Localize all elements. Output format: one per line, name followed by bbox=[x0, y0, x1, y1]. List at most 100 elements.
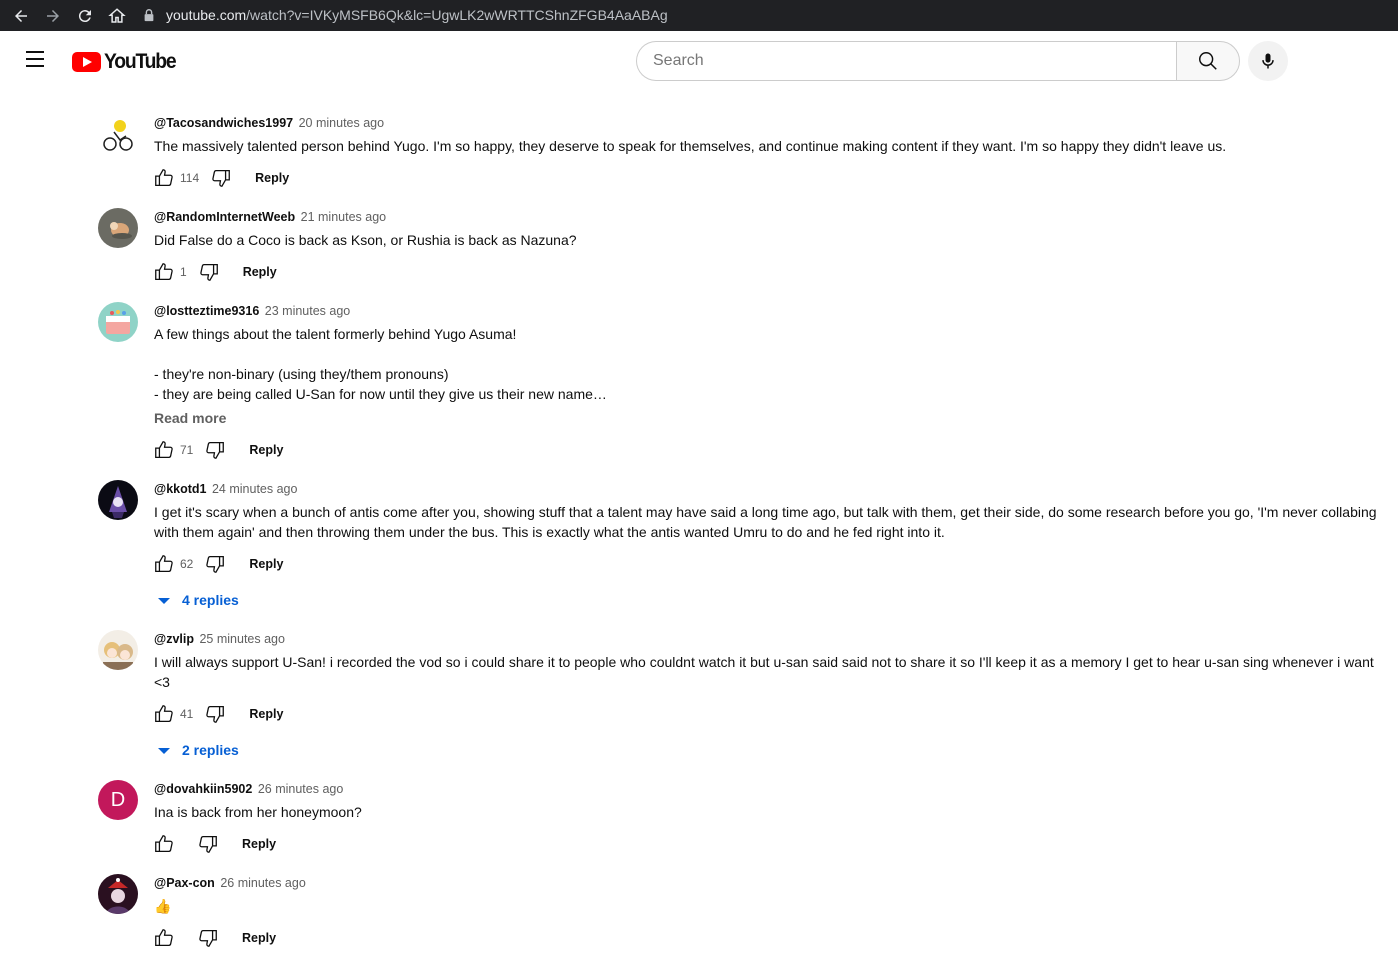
dislike-button[interactable] bbox=[195, 258, 223, 286]
comment-time[interactable]: 26 minutes ago bbox=[220, 876, 305, 890]
thumbs-down-icon bbox=[206, 556, 225, 573]
thumbs-up-icon bbox=[155, 555, 173, 572]
like-count: 71 bbox=[180, 443, 194, 457]
reply-button[interactable]: Reply bbox=[249, 557, 283, 571]
forward-icon bbox=[47, 9, 59, 22]
comment-author[interactable]: @Tacosandwiches1997 bbox=[154, 116, 293, 130]
dislike-button[interactable] bbox=[207, 164, 235, 192]
comment-time[interactable]: 21 minutes ago bbox=[301, 210, 386, 224]
home-button[interactable] bbox=[106, 5, 128, 27]
menu-icon[interactable] bbox=[24, 51, 48, 71]
youtube-play-icon bbox=[72, 52, 101, 72]
thumbs-down-icon bbox=[199, 930, 217, 947]
avatar-letter: D bbox=[110, 788, 126, 811]
avatar[interactable] bbox=[98, 208, 138, 248]
comment-author[interactable]: @RandomInternetWeeb bbox=[154, 210, 295, 224]
thumbs-up-icon bbox=[155, 929, 173, 946]
thumbs-down-icon bbox=[206, 706, 225, 723]
search-button[interactable] bbox=[1176, 41, 1240, 81]
reply-button[interactable]: Reply bbox=[249, 707, 283, 721]
like-button[interactable] bbox=[150, 258, 178, 286]
home-icon bbox=[108, 7, 126, 23]
like-button[interactable] bbox=[150, 924, 178, 952]
comment-time[interactable]: 23 minutes ago bbox=[265, 304, 350, 318]
voice-search-button[interactable] bbox=[1248, 41, 1288, 81]
youtube-logo[interactable]: YouTube bbox=[72, 50, 182, 74]
dislike-button[interactable] bbox=[194, 830, 222, 858]
like-button[interactable] bbox=[150, 164, 178, 192]
url-text: youtube.com/watch?v=IVKyMSFB6Qk&lc=UgwLK… bbox=[166, 7, 668, 23]
logo-text: YouTube bbox=[104, 50, 177, 73]
comment-author[interactable]: @zvlip bbox=[154, 632, 194, 646]
thumbs-up-icon bbox=[155, 169, 173, 186]
avatar[interactable] bbox=[98, 630, 138, 670]
thumbs-up-icon bbox=[155, 263, 173, 280]
view-replies-button[interactable]: 2 replies bbox=[158, 740, 1378, 760]
comment-text: I will always support U-San! i recorded … bbox=[154, 654, 1374, 690]
search-box bbox=[636, 41, 1177, 81]
reload-button[interactable] bbox=[74, 5, 96, 27]
replies-label: 4 replies bbox=[182, 592, 239, 608]
comment-text: Ina is back from her honeymoon? bbox=[154, 804, 362, 820]
browser-toolbar: youtube.com/watch?v=IVKyMSFB6Qk&lc=UgwLK… bbox=[0, 0, 1398, 31]
reply-button[interactable]: Reply bbox=[255, 171, 289, 185]
comment-author[interactable]: @lostteztime9316 bbox=[154, 304, 259, 318]
back-button[interactable] bbox=[10, 5, 32, 27]
thumbs-down-icon bbox=[206, 442, 225, 459]
thumbs-down-icon bbox=[212, 170, 231, 187]
caret-down-icon bbox=[158, 748, 170, 754]
thumbs-up-icon bbox=[155, 441, 173, 458]
comment-author[interactable]: @dovahkiin5902 bbox=[154, 782, 252, 796]
like-count: 62 bbox=[180, 557, 194, 571]
reply-button[interactable]: Reply bbox=[249, 443, 283, 457]
comment-text: The massively talented person behind Yug… bbox=[154, 138, 1227, 154]
like-count: 1 bbox=[180, 265, 187, 279]
forward-button[interactable] bbox=[42, 5, 64, 27]
like-button[interactable] bbox=[150, 830, 178, 858]
avatar[interactable]: D bbox=[98, 780, 138, 820]
read-more-link[interactable]: Read more bbox=[154, 408, 1378, 428]
comment-text: I get it's scary when a bunch of antis c… bbox=[154, 504, 1377, 540]
caret-down-icon bbox=[158, 598, 170, 604]
avatar[interactable] bbox=[98, 480, 138, 520]
search-input[interactable] bbox=[653, 52, 1177, 70]
comment-time[interactable]: 20 minutes ago bbox=[299, 116, 384, 130]
comment-time[interactable]: 24 minutes ago bbox=[212, 482, 297, 496]
avatar[interactable] bbox=[98, 874, 138, 914]
like-button[interactable] bbox=[150, 700, 178, 728]
comment-author[interactable]: @kkotd1 bbox=[154, 482, 206, 496]
thumbs-down-icon bbox=[199, 264, 218, 281]
youtube-header: YouTube bbox=[0, 31, 1398, 91]
search-icon bbox=[1199, 52, 1217, 70]
dislike-button[interactable] bbox=[194, 924, 222, 952]
reply-button[interactable]: Reply bbox=[242, 837, 276, 851]
back-icon bbox=[15, 9, 27, 22]
comment-time[interactable]: 25 minutes ago bbox=[199, 632, 284, 646]
comment-text: A few things about the talent formerly b… bbox=[154, 326, 607, 402]
thumbs-up-icon bbox=[155, 835, 173, 852]
url-host: youtube.com bbox=[166, 7, 247, 23]
avatar[interactable] bbox=[98, 302, 138, 342]
avatar[interactable] bbox=[98, 114, 138, 154]
comment-author[interactable]: @Pax-con bbox=[154, 876, 215, 890]
like-button[interactable] bbox=[150, 436, 178, 464]
mic-icon bbox=[1262, 53, 1274, 69]
dislike-button[interactable] bbox=[201, 700, 229, 728]
reload-icon bbox=[78, 9, 91, 22]
comment-text: 👍 bbox=[154, 898, 172, 914]
address-bar[interactable]: youtube.com/watch?v=IVKyMSFB6Qk&lc=UgwLK… bbox=[142, 3, 668, 27]
like-button[interactable] bbox=[150, 550, 178, 578]
thumbs-down-icon bbox=[199, 836, 217, 853]
like-count: 41 bbox=[180, 707, 194, 721]
replies-label: 2 replies bbox=[182, 742, 239, 758]
lock-icon bbox=[144, 9, 154, 22]
reply-button[interactable]: Reply bbox=[243, 265, 277, 279]
reply-button[interactable]: Reply bbox=[242, 931, 276, 945]
comment-time[interactable]: 26 minutes ago bbox=[258, 782, 343, 796]
like-count: 114 bbox=[180, 171, 200, 185]
dislike-button[interactable] bbox=[201, 436, 229, 464]
url-path: /watch?v=IVKyMSFB6Qk&lc=UgwLK2wWRTTCShnZ… bbox=[246, 7, 668, 23]
dislike-button[interactable] bbox=[201, 550, 229, 578]
thumbs-up-icon bbox=[155, 705, 173, 722]
view-replies-button[interactable]: 4 replies bbox=[158, 590, 1378, 610]
